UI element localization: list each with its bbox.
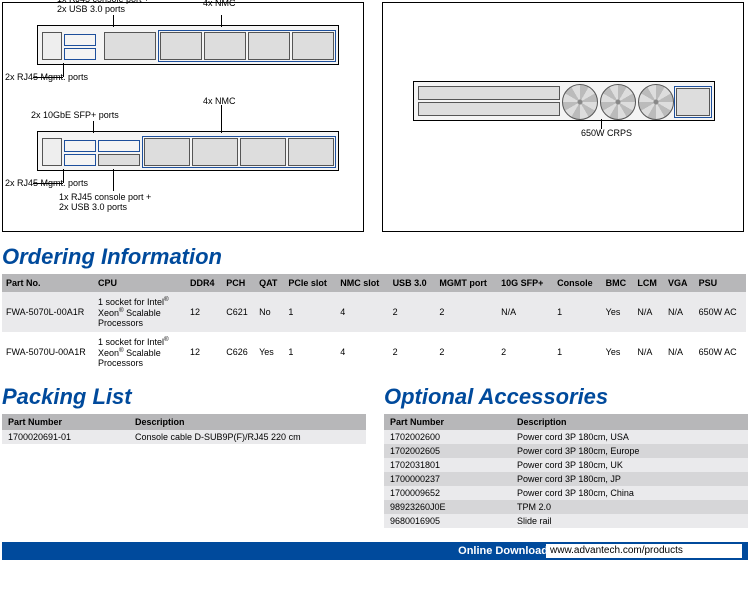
th-partno: Part No. (2, 274, 94, 292)
callout-nmc-bottom: 4x NMC (203, 97, 236, 107)
th-vga: VGA (664, 274, 695, 292)
th-pn: Part Number (384, 414, 511, 430)
table-row: 1702002605Power cord 3P 180cm, Europe (384, 444, 748, 458)
callout-mgmt-top: 2x RJ45 Mgmt. ports (5, 73, 88, 83)
callout-console-usb-top: 1x RJ45 console port + 2x USB 3.0 ports (57, 0, 149, 15)
th-desc: Description (511, 414, 748, 430)
th-console: Console (553, 274, 601, 292)
ordering-heading: Ordering Information (2, 244, 748, 270)
footer-label: Online Download (458, 542, 548, 560)
table-row: 1700000237Power cord 3P 180cm, JP (384, 472, 748, 486)
table-row: 1702031801Power cord 3P 180cm, UK (384, 458, 748, 472)
table-row: 1700020691-01Console cable D-SUB9P(F)/RJ… (2, 430, 366, 444)
table-row: FWA-5070U-00A1R1 socket for Intel®Xeon® … (2, 332, 746, 372)
th-desc: Description (129, 414, 366, 430)
table-row: 1702002600Power cord 3P 180cm, USA (384, 430, 748, 444)
th-qat: QAT (255, 274, 284, 292)
th-pn: Part Number (2, 414, 129, 430)
table-row: 9680016905Slide rail (384, 514, 748, 528)
table-row: 98923260J0ETPM 2.0 (384, 500, 748, 514)
table-row: 1700009652Power cord 3P 180cm, China (384, 486, 748, 500)
callout-psu: 650W CRPS (581, 129, 632, 139)
th-sfp: 10G SFP+ (497, 274, 553, 292)
table-row: FWA-5070L-00A1R1 socket for Intel®Xeon® … (2, 292, 746, 332)
th-ddr4: DDR4 (186, 274, 222, 292)
th-pcie: PCIe slot (284, 274, 336, 292)
th-bmc: BMC (602, 274, 634, 292)
diagram-row: 1x RJ45 console port + 2x USB 3.0 ports … (2, 2, 748, 232)
th-nmc: NMC slot (336, 274, 388, 292)
th-cpu: CPU (94, 274, 186, 292)
callout-sfp: 2x 10GbE SFP+ ports (31, 111, 119, 121)
accessories-table: Part Number Description 1702002600Power … (384, 414, 748, 528)
packing-heading: Packing List (2, 384, 366, 410)
front-panel-box: 1x RJ45 console port + 2x USB 3.0 ports … (2, 2, 364, 232)
th-psu: PSU (695, 274, 746, 292)
th-usb: USB 3.0 (389, 274, 436, 292)
packing-table: Part Number Description 1700020691-01Con… (2, 414, 366, 444)
th-pch: PCH (222, 274, 255, 292)
th-lcm: LCM (633, 274, 664, 292)
accessories-heading: Optional Accessories (384, 384, 748, 410)
callout-console-usb-bottom: 1x RJ45 console port + 2x USB 3.0 ports (59, 193, 151, 213)
callout-nmc-top: 4x NMC (203, 0, 236, 9)
footer-url: www.advantech.com/products (546, 544, 742, 558)
callout-mgmt-bottom: 2x RJ45 Mgmt. ports (5, 179, 88, 189)
footer-bar: Online Download www.advantech.com/produc… (2, 542, 748, 560)
rear-panel-box: 650W CRPS (382, 2, 744, 232)
ordering-table: Part No. CPU DDR4 PCH QAT PCIe slot NMC … (2, 274, 746, 372)
th-mgmt: MGMT port (435, 274, 497, 292)
